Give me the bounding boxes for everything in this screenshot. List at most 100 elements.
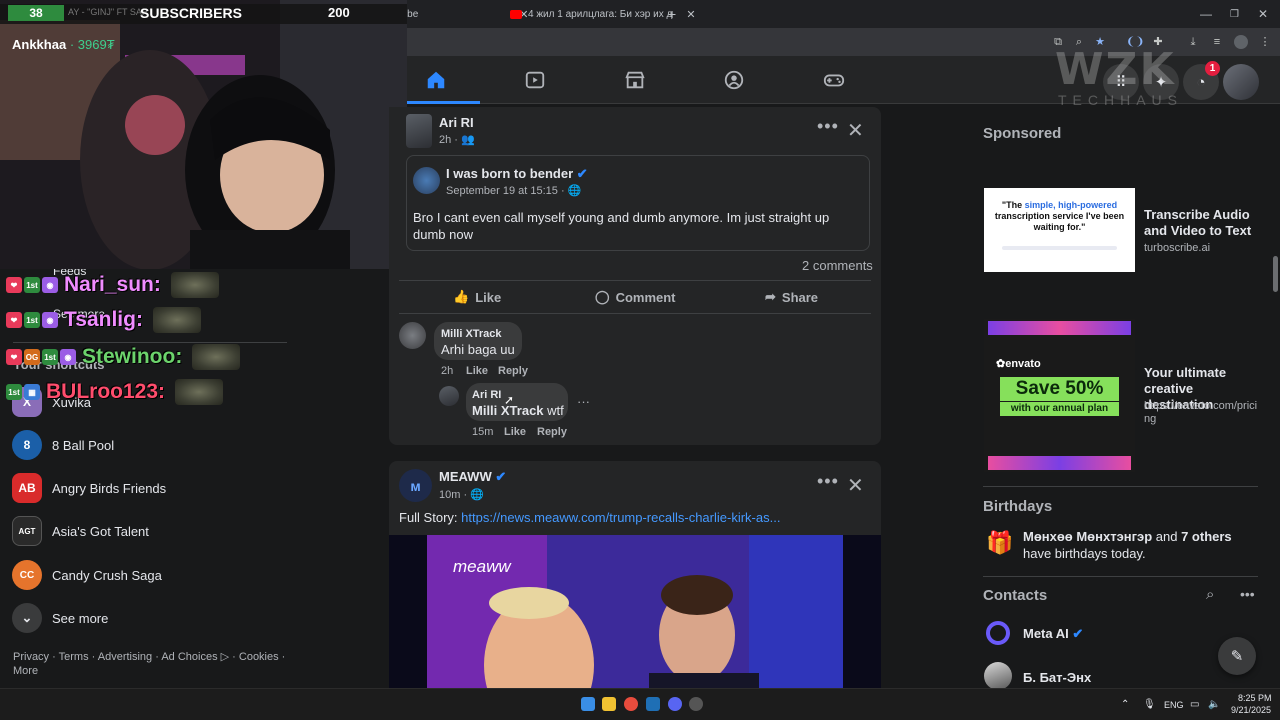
post-author[interactable]: MEAWW ✔ xyxy=(439,469,506,485)
nav-gaming[interactable] xyxy=(779,58,889,102)
post-text: Full Story: https://news.meaww.com/trump… xyxy=(399,510,781,525)
comment-author[interactable]: Milli XTrack xyxy=(441,328,502,340)
angry-birds-icon: AB xyxy=(12,473,42,503)
globe-icon: 🌐 xyxy=(567,185,582,197)
steam-icon[interactable] xyxy=(646,697,660,711)
shared-author[interactable]: I was born to bender ✔ xyxy=(446,166,588,182)
watermark-logo: WZK xyxy=(1055,44,1176,95)
verified-badge-icon: ✔ xyxy=(1072,626,1084,641)
comment-reply-link[interactable]: Reply xyxy=(498,365,528,377)
shortcut-angry-birds[interactable]: AB Angry Birds Friends xyxy=(12,470,166,506)
like-button[interactable]: 👍 Like xyxy=(453,288,501,306)
contacts-search-icon[interactable]: ⌕ xyxy=(1206,586,1214,603)
footer-links[interactable]: Privacy · Terms · Advertising · Ad Choic… xyxy=(13,650,293,678)
contact-name[interactable]: Б. Бат-Энх xyxy=(1023,670,1091,685)
actions-divider-bottom xyxy=(399,313,871,314)
windows-start-icon[interactable] xyxy=(581,697,595,711)
chat-message: ❤ 1st ◉ Nari_sun: xyxy=(6,272,219,298)
nav-video[interactable] xyxy=(480,58,590,102)
close-tab-icon[interactable]: ✕ xyxy=(686,8,695,21)
new-tab-button[interactable]: + xyxy=(660,3,684,25)
discord-icon[interactable] xyxy=(668,697,682,711)
comment-like-link[interactable]: Like xyxy=(466,365,488,377)
browser-menu-icon[interactable]: ⋮ xyxy=(1258,35,1272,49)
volume-icon[interactable]: 🔈 xyxy=(1208,699,1220,710)
reply-menu-icon[interactable]: ··· xyxy=(577,394,590,409)
clock-date[interactable]: 9/21/2025 xyxy=(1231,705,1271,715)
chat-message: 1st ▦ BULroo123: xyxy=(6,379,224,405)
8-ball-icon: 8 xyxy=(12,430,42,460)
nav-marketplace[interactable] xyxy=(580,58,690,102)
contacts-menu-icon[interactable]: ••• xyxy=(1240,586,1255,602)
post-menu-icon[interactable]: ••• xyxy=(817,116,839,137)
meta-ai-icon[interactable] xyxy=(986,621,1010,645)
contact-avatar[interactable] xyxy=(984,662,1012,690)
shortcut-asias-got-talent[interactable]: AGT Asia's Got Talent xyxy=(12,513,149,549)
reply-like-link[interactable]: Like xyxy=(504,426,526,438)
reply-author[interactable]: Ari RI xyxy=(472,389,501,401)
shortcut-candy-crush[interactable]: CC Candy Crush Saga xyxy=(12,557,162,593)
reply-author-avatar[interactable] xyxy=(439,386,459,406)
comment-button[interactable]: ◯ Comment xyxy=(595,288,676,306)
account-avatar[interactable] xyxy=(1223,64,1259,100)
ad-title[interactable]: Transcribe Audio and Video to Text xyxy=(1144,207,1264,239)
ad-banner-strip xyxy=(988,321,1131,335)
chat-username: Tsanlig: xyxy=(64,308,143,331)
playlist-icon[interactable]: ≡ xyxy=(1210,35,1224,49)
commenter-avatar[interactable] xyxy=(399,322,426,349)
share-button[interactable]: ➦ Share xyxy=(765,288,818,306)
clock-time[interactable]: 8:25 PM xyxy=(1238,693,1272,703)
chat-username: BULroo123: xyxy=(46,380,166,403)
ad-image-envato[interactable]: ✿envato Save 50% with our annual plan xyxy=(984,319,1135,472)
watermark-sub: TECHHAUS xyxy=(1058,92,1184,108)
mouse-cursor-icon: ➚ xyxy=(504,393,515,407)
author-avatar[interactable] xyxy=(406,114,432,148)
post-image[interactable]: meaww xyxy=(389,535,881,720)
first-badge: 1st xyxy=(6,384,22,400)
shortcut-label: 8 Ball Pool xyxy=(52,437,115,453)
hide-post-close-icon[interactable]: ✕ xyxy=(847,473,864,498)
chat-message: ❤ OG 1st ◉ Stewinoo: xyxy=(6,344,241,370)
language-indicator[interactable]: ENG xyxy=(1164,700,1184,710)
ad-domain[interactable]: turboscribe.ai xyxy=(1144,242,1210,254)
shortcut-8-ball-pool[interactable]: 8 8 Ball Pool xyxy=(12,427,114,463)
reply-reply-link[interactable]: Reply xyxy=(537,426,567,438)
profile-avatar[interactable] xyxy=(1234,35,1248,49)
network-icon[interactable]: ▭ xyxy=(1190,699,1199,710)
close-window-button[interactable]: ✕ xyxy=(1250,3,1276,25)
microphone-icon[interactable]: 🎙 xyxy=(1143,699,1156,710)
tray-chevron-icon[interactable]: ⌃ xyxy=(1121,699,1129,710)
ad-banner-strip xyxy=(988,456,1131,470)
shared-author-avatar[interactable] xyxy=(413,167,440,194)
youtube-icon xyxy=(510,9,522,19)
chat-username: Stewinoo: xyxy=(82,345,183,368)
post-author[interactable]: Ari RI xyxy=(439,115,474,130)
post-menu-icon[interactable]: ••• xyxy=(817,471,839,492)
settings-gear-icon[interactable] xyxy=(689,697,703,711)
hide-post-close-icon[interactable]: ✕ xyxy=(847,118,864,143)
groups-icon xyxy=(724,70,744,90)
meaww-logo-icon[interactable]: ᴍ xyxy=(399,469,432,502)
maximize-button[interactable]: ❐ xyxy=(1222,3,1247,25)
first-badge: 1st xyxy=(24,312,40,328)
new-message-button[interactable]: ✎ xyxy=(1218,637,1256,675)
ad-domain[interactable]: https://envato.com/pricing xyxy=(1144,400,1259,426)
sidebar-see-more[interactable]: ⌄ See more xyxy=(12,600,108,636)
ad-creative-text: "The simple, high-powered transcription … xyxy=(994,200,1125,232)
chrome-icon[interactable] xyxy=(624,697,638,711)
story-link[interactable]: https://news.meaww.com/trump-recalls-cha… xyxy=(461,510,780,525)
heart-badge-icon: ❤ xyxy=(6,277,22,293)
ad-image-turboscribe[interactable]: "The simple, high-powered transcription … xyxy=(984,188,1135,272)
birthday-text[interactable]: Мөнхөө Мөнхтэнгэр and 7 others have birt… xyxy=(1023,528,1258,562)
frog-emote-icon xyxy=(192,344,241,370)
contact-meta-ai[interactable]: Meta AI ✔ xyxy=(1023,626,1083,642)
download-icon[interactable]: ⤓ xyxy=(1186,35,1200,49)
right-divider xyxy=(983,486,1258,487)
see-more-label: See more xyxy=(52,610,109,626)
comments-count[interactable]: 2 comments xyxy=(802,258,873,273)
file-explorer-icon[interactable] xyxy=(602,697,616,711)
sidebar-divider xyxy=(13,342,287,343)
nav-groups[interactable] xyxy=(679,58,789,102)
minimize-button[interactable]: — xyxy=(1192,3,1220,25)
page-scrollbar[interactable] xyxy=(1273,256,1278,292)
